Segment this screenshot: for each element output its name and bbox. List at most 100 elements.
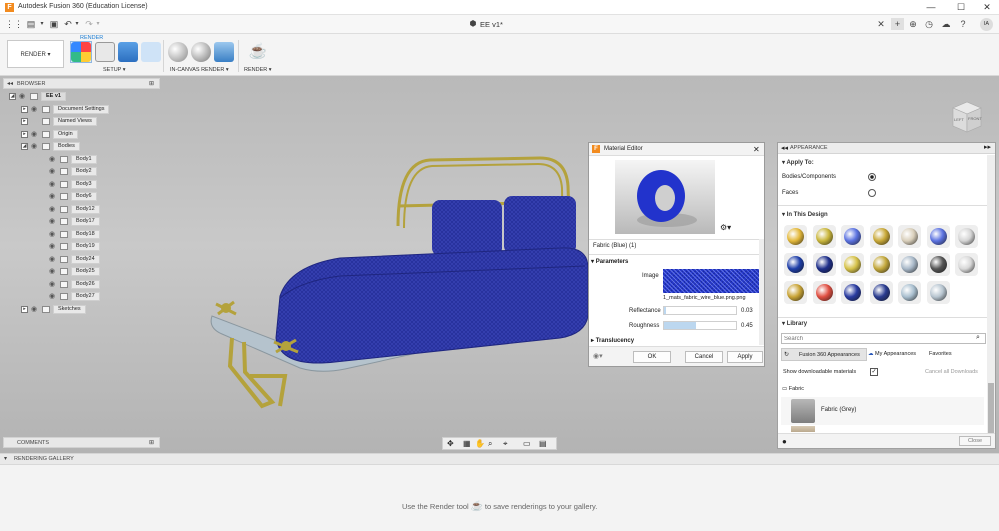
visibility-eye-icon[interactable]: ◉ <box>49 206 57 213</box>
visibility-eye-icon[interactable]: ◉ <box>49 231 57 238</box>
appearance-swatch[interactable] <box>926 253 950 276</box>
bodies-components-radio[interactable] <box>868 173 876 181</box>
sketches-item[interactable]: ▸ ◉ Sketches <box>3 304 153 315</box>
help-icon[interactable]: ? <box>958 18 968 30</box>
appearance-swatch[interactable] <box>869 225 893 248</box>
visibility-eye-icon[interactable]: ◉ <box>49 256 57 263</box>
look-at-icon[interactable]: ▦ <box>463 439 471 448</box>
texture-map-icon[interactable] <box>118 42 138 62</box>
scrollbar-thumb[interactable] <box>988 383 994 433</box>
body-item[interactable]: ◉ Body12 <box>3 204 153 215</box>
appearance-collapse-icon[interactable]: ◂◂ <box>781 144 788 152</box>
tab-fusion-appearances[interactable]: ↻ Fusion 360 Appearances <box>781 348 867 361</box>
editor-scrollbar[interactable] <box>759 239 764 345</box>
close-tab-icon[interactable]: ✕ <box>876 18 886 30</box>
decal-icon[interactable] <box>141 42 161 62</box>
appearance-swatch[interactable] <box>784 225 807 248</box>
body-item[interactable]: ◉ Body25 <box>3 266 153 277</box>
reflectance-value[interactable]: 0.03 <box>741 308 753 314</box>
refresh-icon[interactable]: ↻ <box>784 351 789 358</box>
named-views-item[interactable]: ▸ Named Views <box>3 116 153 127</box>
in-canvas-settings-icon[interactable] <box>191 42 211 62</box>
in-canvas-render-icon[interactable] <box>168 42 188 62</box>
visibility-eye-icon[interactable]: ◉ <box>49 156 57 163</box>
extensions-icon[interactable]: ⊕ <box>908 18 918 30</box>
expand-toggle-icon[interactable]: ▸ <box>21 305 28 313</box>
visibility-eye-icon[interactable]: ◉ <box>49 281 57 288</box>
visibility-eye-icon[interactable]: ◉ <box>49 293 57 300</box>
close-button[interactable]: Close <box>959 436 991 446</box>
visibility-eye-icon[interactable]: ◉ <box>49 193 57 200</box>
appearance-swatch[interactable] <box>955 253 978 276</box>
visibility-eye-icon[interactable]: ◉ <box>49 243 57 250</box>
translucency-section-toggle[interactable]: ▸ Translucency <box>591 337 634 344</box>
appearance-swatch[interactable] <box>841 253 864 276</box>
appearance-header[interactable]: ◂◂ APPEARANCE ▸▸ <box>778 143 995 154</box>
document-tab-title[interactable]: EE v1* <box>480 20 503 29</box>
app-grid-icon[interactable]: ⋮⋮ <box>5 18 23 30</box>
search-input[interactable] <box>784 334 969 343</box>
render-teapot-icon[interactable]: ☕ <box>248 42 268 62</box>
workspace-selector[interactable]: RENDER ▾ <box>7 40 64 68</box>
expand-toggle-icon[interactable]: ◢ <box>21 143 28 150</box>
render-group-label[interactable]: RENDER ▾ <box>244 67 272 73</box>
appearance-swatch[interactable] <box>869 281 893 304</box>
capture-image-icon[interactable] <box>214 42 234 62</box>
info-icon[interactable]: ● <box>782 437 787 446</box>
body-item[interactable]: ◉ Body26 <box>3 279 153 290</box>
viewcube[interactable]: LEFT FRONT <box>947 100 983 134</box>
browser-expand-icon[interactable]: ⊞ <box>149 79 154 89</box>
comments-header[interactable]: COMMENTS ⊞ <box>3 437 160 448</box>
preview-scene-icon[interactable]: ⚙▾ <box>720 223 731 232</box>
library-heading[interactable]: ▾ Library <box>782 320 807 327</box>
body-item[interactable]: ◉ Body6 <box>3 191 153 202</box>
appearance-swatch[interactable] <box>841 281 864 304</box>
appearance-swatch[interactable] <box>926 281 950 304</box>
appearance-swatch[interactable] <box>898 253 921 276</box>
appearance-scrollbar[interactable] <box>987 155 995 433</box>
comments-panel[interactable]: COMMENTS ⊞ <box>3 437 160 448</box>
roughness-slider[interactable] <box>663 321 737 330</box>
fit-icon[interactable]: ⌖ <box>503 439 508 449</box>
display-settings-icon[interactable]: ▭ <box>523 439 531 448</box>
body-item[interactable]: ◉ Body18 <box>3 229 153 240</box>
body-item[interactable]: ◉ Body3 <box>3 179 153 190</box>
expand-toggle-icon[interactable]: ▸ <box>21 118 28 125</box>
bodies-item[interactable]: ◢ ◉ Bodies <box>3 141 153 152</box>
material-editor-close-icon[interactable]: ✕ <box>753 145 760 154</box>
material-editor-header[interactable]: F Material Editor ✕ <box>589 143 764 156</box>
appearance-swatch[interactable] <box>926 225 950 248</box>
comments-add-icon[interactable]: ⊞ <box>149 438 154 448</box>
scene-settings-icon[interactable] <box>95 42 115 62</box>
body-item[interactable]: ◉ Body19 <box>3 241 153 252</box>
tab-favorites[interactable]: Favorites <box>929 351 952 357</box>
visibility-eye-icon[interactable]: ◉ <box>49 218 57 225</box>
expand-toggle-icon[interactable]: ▸ <box>21 105 28 113</box>
pan-icon[interactable]: ✋ <box>475 439 485 448</box>
in-canvas-render-group-label[interactable]: IN-CANVAS RENDER ▾ <box>170 67 229 73</box>
body-item[interactable]: ◉ Body17 <box>3 216 153 227</box>
appearance-swatch[interactable] <box>784 253 807 276</box>
new-tab-icon[interactable]: + <box>891 18 904 30</box>
save-icon[interactable]: ▣ <box>49 18 59 30</box>
gallery-header[interactable]: ▾ RENDERING GALLERY <box>0 454 999 465</box>
appearance-swatch[interactable] <box>812 253 836 276</box>
appearance-swatch[interactable] <box>812 225 836 248</box>
appearance-swatch[interactable] <box>812 281 836 304</box>
appearance-swatch[interactable] <box>869 253 893 276</box>
roughness-value[interactable]: 0.45 <box>741 323 753 329</box>
visibility-eye-icon[interactable]: ◉ <box>31 131 39 138</box>
reflectance-slider[interactable] <box>663 306 737 315</box>
show-downloadable-checkbox[interactable]: ✓ <box>870 368 878 376</box>
settings-dropdown-icon[interactable]: ◉▾ <box>593 352 603 360</box>
redo-dropdown-icon[interactable]: ▾ <box>95 18 101 30</box>
body-item[interactable]: ◉ Body2 <box>3 166 153 177</box>
library-list-item[interactable]: Fabric (Grey) <box>781 397 984 425</box>
ok-button[interactable]: OK <box>633 351 671 363</box>
setup-group-label[interactable]: SETUP ▾ <box>103 67 126 73</box>
cancel-button[interactable]: Cancel <box>685 351 723 363</box>
visibility-eye-icon[interactable]: ◉ <box>31 106 39 113</box>
visibility-eye-icon[interactable]: ◉ <box>31 143 39 150</box>
file-dropdown-icon[interactable]: ▾ <box>38 18 46 30</box>
undo-dropdown-icon[interactable]: ▾ <box>74 18 80 30</box>
